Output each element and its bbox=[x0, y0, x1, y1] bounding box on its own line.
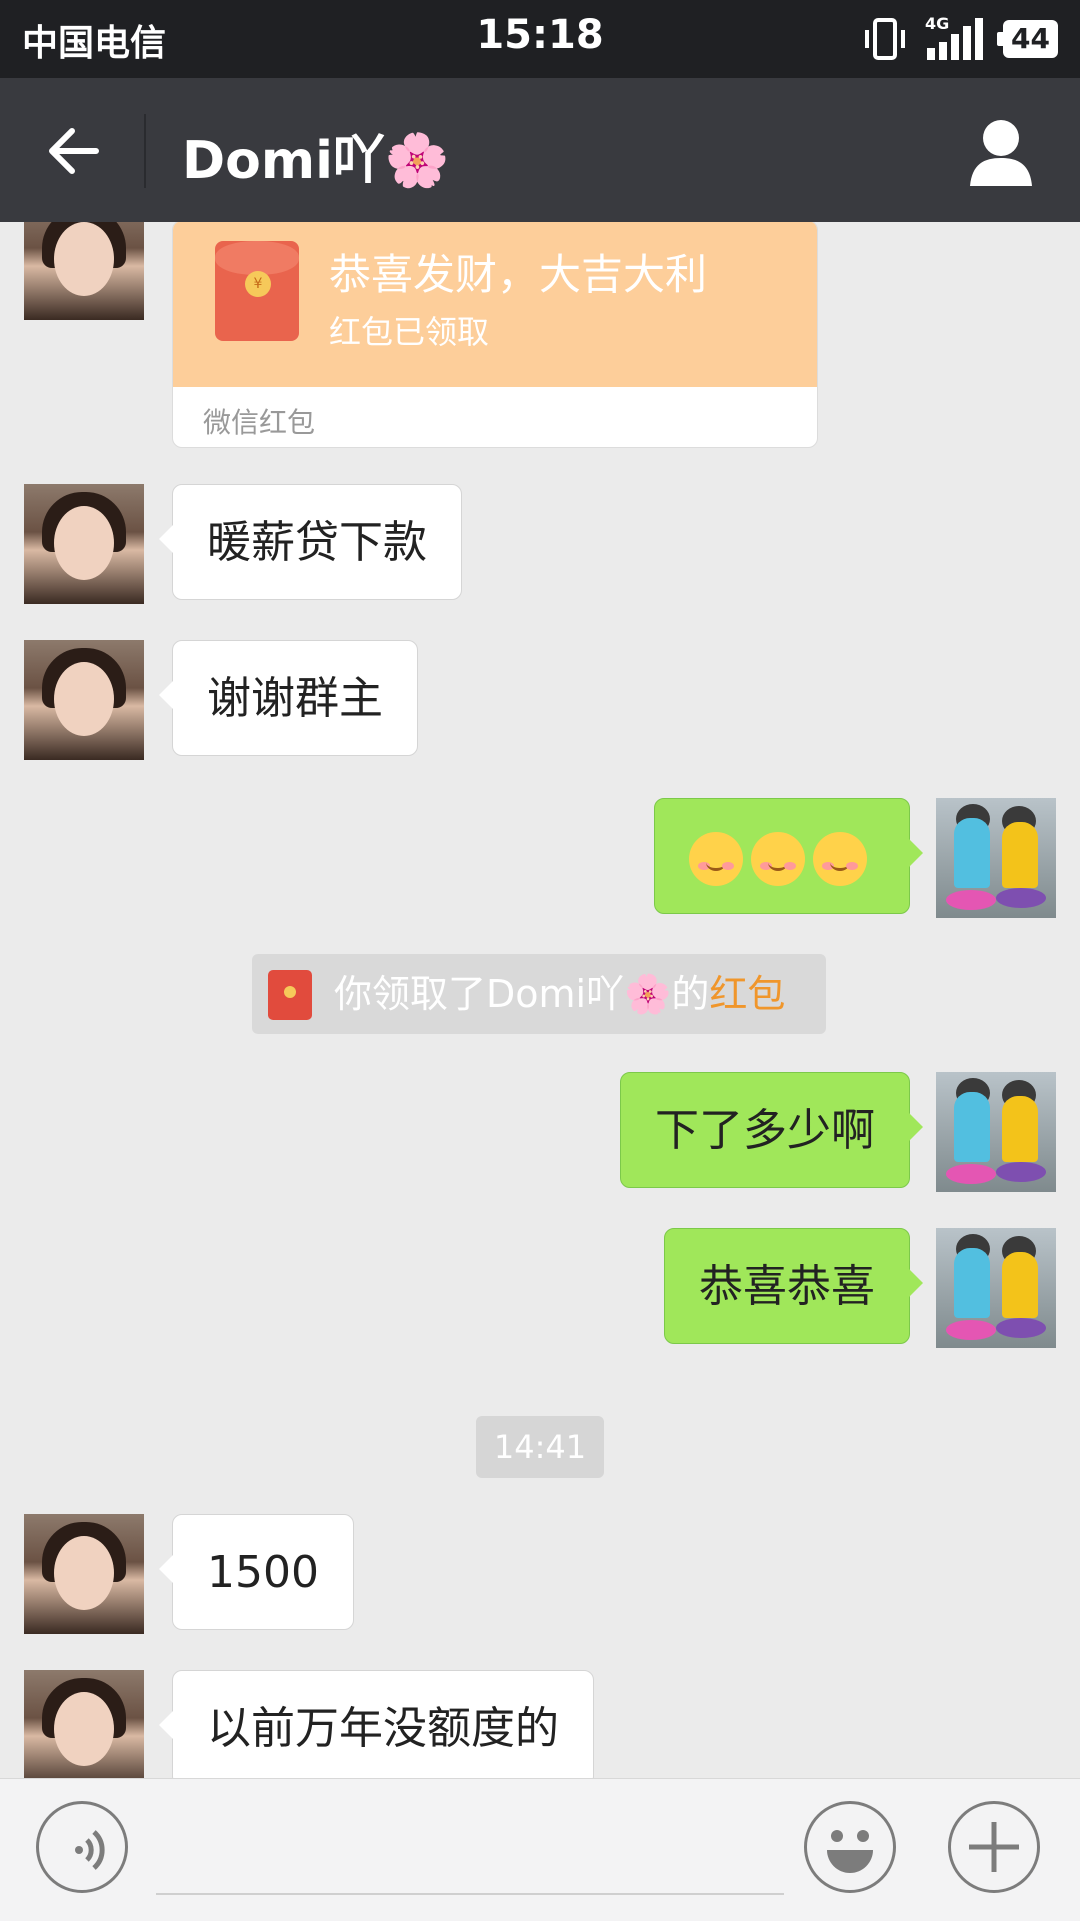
red-packet-received-notice: 你领取了Domi吖🌸的红包 bbox=[252, 954, 826, 1034]
red-packet-card[interactable]: ¥ 恭喜发财，大吉大利 红包已领取 微信红包 bbox=[172, 222, 818, 448]
my-avatar[interactable] bbox=[936, 798, 1056, 918]
header-divider bbox=[144, 114, 146, 188]
red-packet-link[interactable]: 红包 bbox=[709, 972, 785, 1016]
incoming-message[interactable]: 暖薪贷下款 bbox=[159, 484, 462, 600]
time-divider: 14:41 bbox=[476, 1416, 604, 1478]
red-packet-status: 红包已领取 bbox=[329, 313, 490, 351]
status-icons: 4G 44 bbox=[863, 14, 1058, 64]
my-avatar[interactable] bbox=[936, 1228, 1056, 1348]
emoji-button[interactable] bbox=[804, 1801, 896, 1893]
contact-avatar[interactable] bbox=[24, 640, 144, 760]
vibrate-icon bbox=[865, 18, 906, 60]
profile-icon[interactable] bbox=[966, 114, 1036, 188]
red-packet-footer: 微信红包 bbox=[203, 406, 316, 439]
outgoing-message[interactable]: 恭喜恭喜 bbox=[664, 1228, 923, 1344]
incoming-message[interactable]: 以前万年没额度的 bbox=[159, 1670, 594, 1778]
chat-title: Domi吖🌸 bbox=[182, 131, 450, 191]
battery-icon: 44 bbox=[997, 20, 1058, 58]
message-input[interactable] bbox=[156, 1799, 784, 1895]
contact-avatar[interactable] bbox=[24, 1514, 144, 1634]
voice-button[interactable] bbox=[36, 1801, 128, 1893]
red-packet-title: 恭喜发财，大吉大利 bbox=[329, 250, 708, 299]
outgoing-message[interactable]: 下了多少啊 bbox=[620, 1072, 923, 1188]
input-toolbar bbox=[0, 1778, 1080, 1921]
outgoing-emoji-message[interactable] bbox=[654, 798, 923, 914]
voice-icon bbox=[75, 1830, 105, 1870]
back-arrow-icon[interactable] bbox=[40, 116, 110, 186]
red-packet-icon bbox=[268, 970, 312, 1020]
smile-emoji-icon bbox=[751, 832, 805, 886]
my-avatar[interactable] bbox=[936, 1072, 1056, 1192]
incoming-message[interactable]: 谢谢群主 bbox=[159, 640, 418, 756]
smile-emoji-icon bbox=[813, 832, 867, 886]
more-button[interactable] bbox=[948, 1801, 1040, 1893]
plus-icon bbox=[969, 1822, 1019, 1872]
emoji-face-icon bbox=[827, 1830, 873, 1873]
contact-avatar[interactable] bbox=[24, 484, 144, 604]
signal-icon: 4G bbox=[925, 14, 985, 62]
contact-avatar[interactable] bbox=[24, 1670, 144, 1778]
incoming-message[interactable]: 1500 bbox=[159, 1514, 354, 1630]
status-bar: 中国电信 15:18 4G 44 bbox=[0, 0, 1080, 78]
chat-header: Domi吖🌸 bbox=[0, 78, 1080, 222]
smile-emoji-icon bbox=[689, 832, 743, 886]
message-list[interactable]: ¥ 恭喜发财，大吉大利 红包已领取 微信红包 暖薪贷下款 谢谢群主 你领取了Do… bbox=[0, 222, 1080, 1778]
contact-avatar[interactable] bbox=[24, 222, 144, 320]
